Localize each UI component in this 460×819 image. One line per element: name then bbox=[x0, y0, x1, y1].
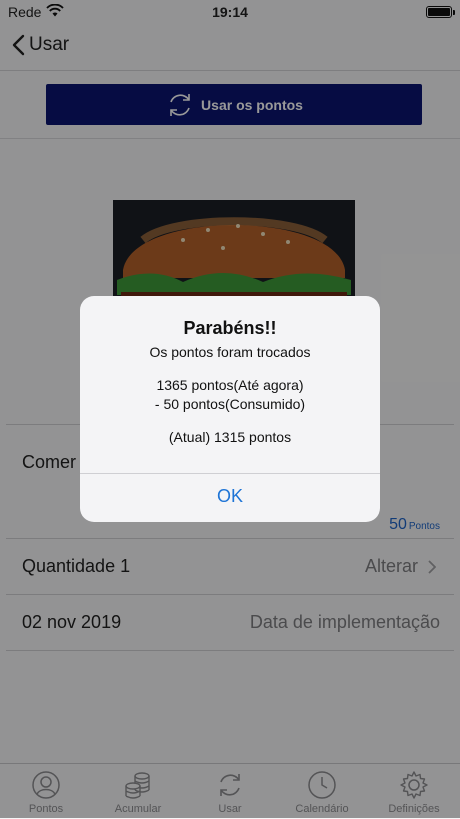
alert-subtitle: Os pontos foram trocados bbox=[149, 344, 311, 360]
alert-dialog: Parabéns!! Os pontos foram trocados 1365… bbox=[80, 296, 380, 522]
alert-spacer bbox=[80, 414, 380, 428]
alert-spacer bbox=[80, 362, 380, 376]
alert-points-before: 1365 pontos(Até agora) bbox=[156, 377, 304, 393]
alert-title: Parabéns!! bbox=[183, 318, 277, 338]
alert-points-current: (Atual) 1315 pontos bbox=[168, 429, 292, 445]
ok-button[interactable]: OK bbox=[80, 474, 380, 522]
alert-points-consumed: - 50 pontos(Consumido) bbox=[154, 396, 306, 412]
